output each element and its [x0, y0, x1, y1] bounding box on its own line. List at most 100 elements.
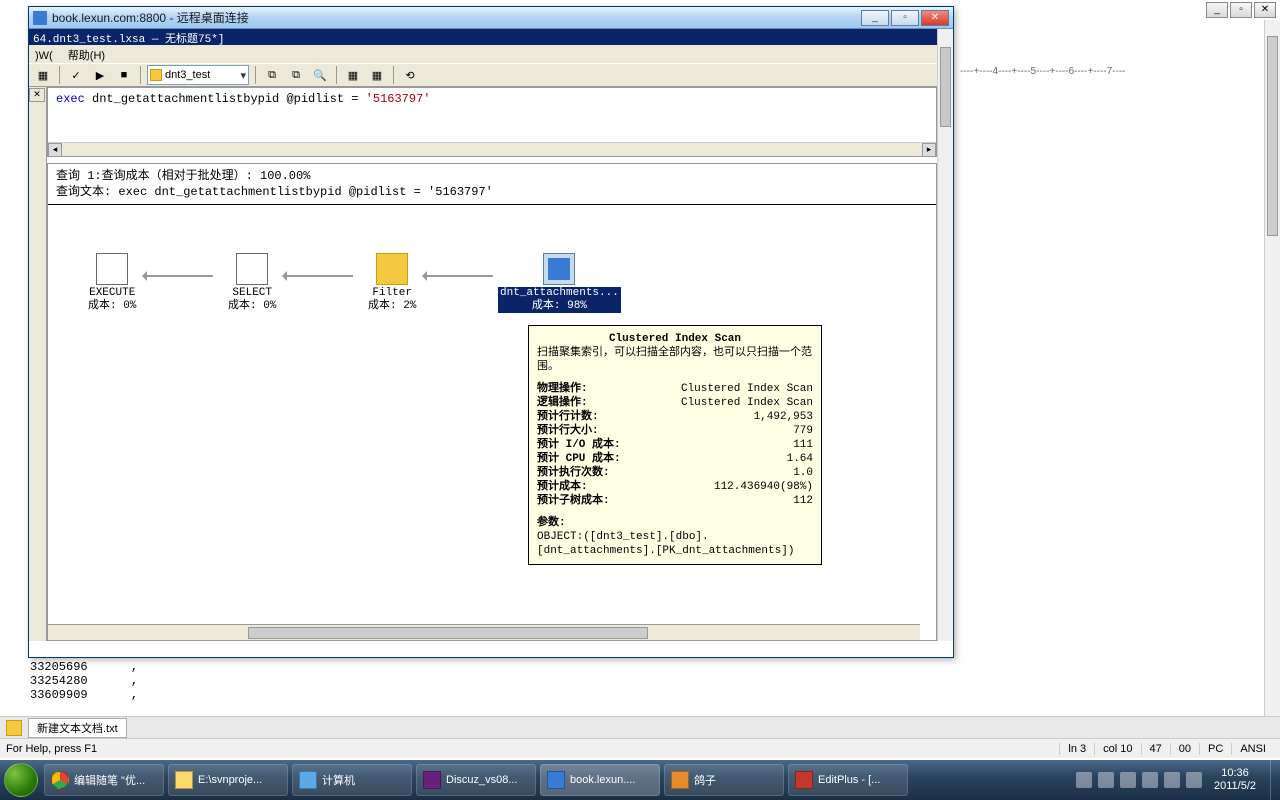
start-button[interactable]: [0, 760, 42, 800]
toolbar-separator: [59, 66, 60, 84]
editor-tab-bar: 新建文本文档.txt: [0, 716, 1280, 738]
toolbar-button[interactable]: ▦: [343, 65, 363, 85]
taskbar-item[interactable]: book.lexun....: [540, 764, 660, 796]
taskbar-item[interactable]: 计算机: [292, 764, 412, 796]
tray-network-icon[interactable]: [1142, 772, 1158, 788]
menu-help[interactable]: 帮助(H): [68, 50, 105, 62]
scrollbar-thumb[interactable]: [940, 47, 951, 127]
node-cost: 成本: 2%: [368, 300, 416, 313]
sql-editor-pane[interactable]: exec dnt_getattachmentlistbypid @pidlist…: [47, 87, 937, 157]
editor-scrollbar-horizontal[interactable]: ◂ ▸: [48, 142, 936, 156]
node-cost: 成本: 0%: [88, 300, 136, 313]
node-label: SELECT: [228, 287, 276, 300]
toolbar-button[interactable]: ⧉: [262, 65, 282, 85]
node-label: dnt_attachments...: [498, 287, 621, 300]
taskbar-item[interactable]: 编辑随笔 "优...: [44, 764, 164, 796]
toolbar-button[interactable]: ⧉: [286, 65, 306, 85]
taskbar-item[interactable]: Discuz_vs08...: [416, 764, 536, 796]
scroll-left-button[interactable]: ◂: [48, 143, 62, 157]
rdp-minimize-button[interactable]: _: [861, 10, 889, 26]
rdp-close-button[interactable]: ✕: [921, 10, 949, 26]
sql-query-analyzer: 64.dnt3_test.lxsa — 无标题75*] )W( 帮助(H) ▦ …: [29, 29, 937, 641]
taskbar-clock[interactable]: 10:36 2011/5/2: [1208, 767, 1262, 793]
tooltip-row: 预计成本:112.436940(98%): [537, 480, 813, 494]
menu-window[interactable]: )W(: [35, 50, 53, 62]
toolbar-button[interactable]: ▦: [367, 65, 387, 85]
host-maximize-button[interactable]: ▫: [1230, 2, 1252, 18]
plan-query-line: 查询文本: exec dnt_getattachmentlistbypid @p…: [56, 184, 928, 200]
scroll-right-button[interactable]: ▸: [922, 143, 936, 157]
rdp-icon: [547, 771, 565, 789]
tooltip-params-value: OBJECT:([dnt3_test].[dbo].[dnt_attachmen…: [537, 531, 794, 557]
toolbar-button[interactable]: 🔍: [310, 65, 330, 85]
taskbar-item-label: Discuz_vs08...: [446, 774, 518, 786]
sql-window-title: 64.dnt3_test.lxsa — 无标题75*]: [29, 29, 937, 45]
close-pane-button[interactable]: ✕: [29, 88, 45, 102]
taskbar-item-label: 计算机: [322, 772, 355, 788]
tray-icon[interactable]: [1098, 772, 1114, 788]
plan-node-scan[interactable]: dnt_attachments... 成本: 98%: [498, 253, 621, 313]
tray-volume-icon[interactable]: [1164, 772, 1180, 788]
plan-node-execute[interactable]: EXECUTE 成本: 0%: [88, 253, 136, 313]
rdp-scrollbar-vertical[interactable]: [937, 29, 953, 641]
clock-date: 2011/5/2: [1214, 780, 1256, 793]
toolbar-parse-button[interactable]: ✓: [66, 65, 86, 85]
tooltip-row-value: 1,492,953: [599, 410, 813, 424]
tooltip-title: Clustered Index Scan: [537, 332, 813, 346]
toolbar-separator: [255, 66, 256, 84]
plan-node-select[interactable]: SELECT 成本: 0%: [228, 253, 276, 313]
sql-editor-text[interactable]: exec dnt_getattachmentlistbypid @pidlist…: [48, 88, 936, 110]
host-minimize-button[interactable]: _: [1206, 2, 1228, 18]
toolbar-save-button[interactable]: ▦: [33, 65, 53, 85]
system-tray: 10:36 2011/5/2: [1068, 767, 1270, 793]
database-selector[interactable]: dnt3_test ▾: [147, 65, 249, 85]
show-desktop-button[interactable]: [1270, 760, 1280, 800]
status-col: col 10: [1094, 743, 1140, 755]
tray-icon[interactable]: [1076, 772, 1092, 788]
plan-cost-line: 查询 1:查询成本（相对于批处理）: 100.00%: [56, 168, 928, 184]
rdp-maximize-button[interactable]: ▫: [891, 10, 919, 26]
tooltip-row-value: 1.64: [621, 452, 813, 466]
taskbar-item[interactable]: E:\svnproje...: [168, 764, 288, 796]
plan-node-tooltip: Clustered Index Scan 扫描聚集索引，可以扫描全部内容，也可以…: [528, 325, 822, 565]
tooltip-row: 预计行大小:779: [537, 424, 813, 438]
tooltip-row-key: 预计执行次数:: [537, 466, 610, 480]
tooltip-row-key: 预计行大小:: [537, 424, 599, 438]
host-close-button[interactable]: ✕: [1254, 2, 1276, 18]
rdp-titlebar[interactable]: book.lexun.com:8800 - 远程桌面连接 _ ▫ ✕: [29, 7, 953, 29]
plan-arrow: [283, 275, 353, 277]
scrollbar-thumb[interactable]: [248, 627, 648, 639]
scrollbar-thumb[interactable]: [1267, 36, 1278, 236]
tooltip-row: 逻辑操作:Clustered Index Scan: [537, 396, 813, 410]
tray-icon[interactable]: [1120, 772, 1136, 788]
tooltip-row: 预计 CPU 成本:1.64: [537, 452, 813, 466]
toolbar-button[interactable]: ⟲: [400, 65, 420, 85]
tooltip-params-label: 参数:: [537, 517, 566, 529]
taskbar-items: 编辑随笔 "优...E:\svnproje... 计算机 Discuz_vs08..…: [42, 764, 910, 796]
toolbar-stop-button[interactable]: ■: [114, 65, 134, 85]
plan-canvas[interactable]: EXECUTE 成本: 0% SELECT 成本: 0% Filter: [48, 205, 936, 565]
tooltip-params: 参数: OBJECT:([dnt3_test].[dbo].[dnt_attac…: [537, 516, 813, 558]
execution-plan-pane: 查询 1:查询成本（相对于批处理）: 100.00% 查询文本: exec dn…: [47, 163, 937, 641]
tooltip-row-key: 预计 CPU 成本:: [537, 452, 621, 466]
status-ovr: 00: [1170, 743, 1199, 755]
toolbar-execute-button[interactable]: ▶: [90, 65, 110, 85]
taskbar-item[interactable]: EditPlus - [...: [788, 764, 908, 796]
vs-icon: [423, 771, 441, 789]
editor-tab[interactable]: 新建文本文档.txt: [28, 718, 127, 738]
plan-node-filter[interactable]: Filter 成本: 2%: [368, 253, 416, 313]
database-icon: [150, 69, 162, 81]
tooltip-row-key: 预计子树成本:: [537, 494, 610, 508]
windows-orb-icon: [4, 763, 38, 797]
execute-icon: [96, 253, 128, 285]
select-icon: [236, 253, 268, 285]
pc-icon: [299, 771, 317, 789]
status-sel: 47: [1141, 743, 1170, 755]
tray-flag-icon[interactable]: [1186, 772, 1202, 788]
plan-scrollbar-horizontal[interactable]: [48, 624, 920, 640]
taskbar-item-label: book.lexun....: [570, 774, 635, 786]
tooltip-row-key: 预计行计数:: [537, 410, 599, 424]
tooltip-row-key: 预计 I/O 成本:: [537, 438, 621, 452]
taskbar-item[interactable]: 鸽子: [664, 764, 784, 796]
editor-scrollbar-vertical[interactable]: [1264, 20, 1280, 758]
